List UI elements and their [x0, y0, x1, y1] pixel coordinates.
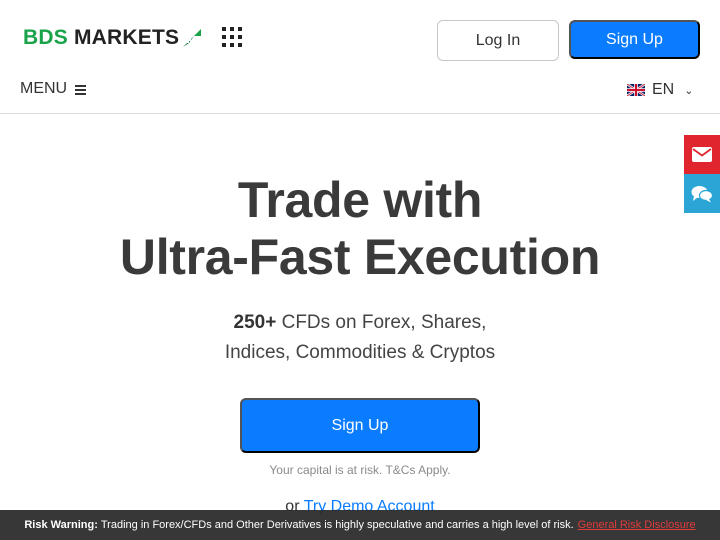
uk-flag-icon — [627, 84, 645, 96]
signup-button-header[interactable]: Sign Up — [569, 20, 700, 59]
hamburger-icon — [75, 84, 87, 95]
risk-disclosure-link[interactable]: General Risk Disclosure — [578, 519, 696, 531]
chevron-down-icon: ⌄ — [684, 84, 694, 97]
hero-title-line1: Trade with — [237, 172, 483, 228]
apps-grid-icon[interactable] — [222, 27, 242, 47]
risk-warning-label: Risk Warning: — [24, 519, 98, 531]
envelope-icon — [692, 147, 712, 162]
hero-subtitle-line2: Indices, Commodities & Cryptos — [224, 342, 496, 363]
menu-label: MENU — [20, 80, 68, 97]
signup-button-hero[interactable]: Sign Up — [240, 398, 480, 453]
capital-risk-note: Your capital is at risk. T&Cs Apply. — [269, 463, 451, 477]
hero-title: Trade with Ultra-Fast Execution — [0, 172, 720, 286]
hero-subtitle-line1: CFDs on Forex, Shares, — [276, 312, 487, 333]
logo-arrow-icon — [183, 29, 202, 47]
hero-title-line2: Ultra-Fast Execution — [119, 229, 601, 285]
logo-text-markets: MARKETS — [73, 26, 180, 49]
language-label: EN — [652, 81, 675, 98]
instrument-count: 250+ — [233, 312, 277, 333]
menu-toggle[interactable]: MENU — [20, 80, 87, 98]
logo-text-bds: BDS — [23, 26, 68, 49]
hero-subtitle: 250+ CFDs on Forex, Shares, Indices, Com… — [0, 308, 720, 368]
login-button[interactable]: Log In — [437, 20, 559, 61]
risk-warning-text: Trading in Forex/CFDs and Other Derivati… — [100, 519, 574, 531]
site-header: BDS MARKETS Log In Sign Up MENU EN ⌄ — [0, 0, 720, 114]
brand-logo[interactable]: BDS MARKETS — [23, 26, 202, 50]
language-selector[interactable]: EN ⌄ — [627, 81, 693, 99]
risk-warning-bar: Risk Warning: Trading in Forex/CFDs and … — [0, 510, 720, 540]
side-mail-button[interactable] — [684, 135, 720, 174]
